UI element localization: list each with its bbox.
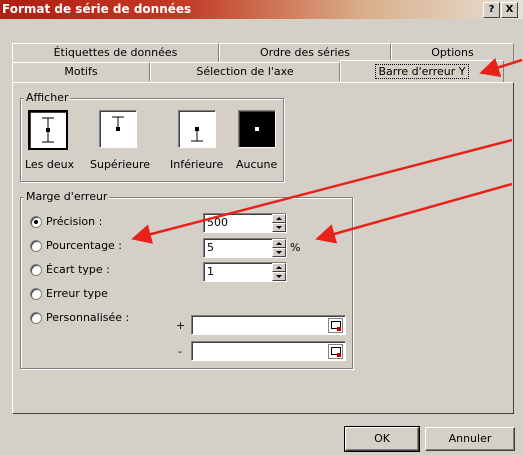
tab-selection-axe[interactable]: Sélection de l'axe	[150, 62, 340, 81]
plus-label: +	[176, 319, 186, 332]
spin-down-icon[interactable]	[272, 248, 286, 257]
radio-precision-label: Précision :	[46, 215, 103, 228]
pourcentage-value[interactable]: 5	[207, 241, 214, 254]
precision-spinner[interactable]: 500	[203, 213, 287, 233]
error-bar-none-icon[interactable]	[238, 110, 276, 148]
precision-value[interactable]: 500	[207, 216, 228, 229]
title-bar: Format de série de données ? X	[0, 0, 523, 19]
window-title: Format de série de données	[2, 2, 192, 16]
label-inferieure: Inférieure	[170, 158, 224, 171]
spin-down-icon[interactable]	[272, 272, 286, 281]
spin-up-icon[interactable]	[272, 239, 286, 248]
error-bar-plus-glyph	[112, 116, 124, 131]
help-button[interactable]: ?	[483, 2, 500, 18]
spin-up-icon[interactable]	[272, 214, 286, 223]
range-select-icon[interactable]	[328, 344, 343, 359]
radio-pourcentage-label: Pourcentage :	[46, 239, 123, 252]
label-aucune: Aucune	[236, 158, 278, 171]
custom-plus-input[interactable]	[191, 315, 346, 335]
afficher-group-title: Afficher	[24, 91, 71, 104]
label-superieure: Supérieure	[90, 158, 151, 171]
precision-spin-buttons[interactable]	[272, 214, 286, 232]
radio-ecart-type[interactable]: Écart type :	[30, 263, 110, 276]
radio-personnalisee[interactable]: Personnalisée :	[30, 311, 129, 324]
error-bar-minus-glyph	[191, 127, 203, 142]
radio-personnalisee-dot[interactable]	[30, 311, 42, 324]
radio-ecart-type-dot[interactable]	[30, 263, 42, 276]
radio-erreur-type[interactable]: Erreur type	[30, 287, 108, 300]
radio-personnalisee-label: Personnalisée :	[46, 311, 130, 324]
radio-erreur-type-label: Erreur type	[46, 287, 108, 300]
minus-label: -	[178, 345, 182, 358]
marge-erreur-title: Marge d'erreur	[24, 190, 110, 203]
close-button[interactable]: X	[501, 2, 518, 18]
ecart-type-spinner[interactable]: 1	[203, 262, 287, 282]
radio-pourcentage-dot[interactable]	[30, 239, 42, 252]
radio-precision-dot[interactable]	[30, 215, 42, 228]
custom-minus-input[interactable]	[191, 341, 346, 361]
spin-down-icon[interactable]	[272, 223, 286, 232]
ecart-type-value[interactable]: 1	[207, 265, 214, 278]
error-bar-plus-icon[interactable]	[99, 110, 137, 148]
tab-motifs[interactable]: Motifs	[12, 62, 150, 81]
tab-barre-erreur-y-label: Barre d'erreur Y	[375, 64, 469, 79]
pourcentage-unit: %	[290, 241, 301, 254]
tab-barre-erreur-y[interactable]: Barre d'erreur Y	[340, 60, 504, 83]
error-bar-none-glyph	[255, 127, 259, 131]
error-bar-minus-icon[interactable]	[178, 110, 216, 148]
radio-erreur-type-dot[interactable]	[30, 287, 42, 300]
cancel-button[interactable]: Annuler	[425, 427, 515, 451]
tab-etiquettes[interactable]: Étiquettes de données	[12, 43, 219, 62]
error-bar-both-glyph	[42, 117, 54, 143]
ok-button[interactable]: OK	[344, 426, 420, 452]
radio-precision[interactable]: Précision :	[30, 215, 102, 228]
spin-up-icon[interactable]	[272, 263, 286, 272]
label-les-deux: Les deux	[25, 158, 75, 171]
range-select-icon[interactable]	[328, 318, 343, 333]
error-bar-both-icon[interactable]	[28, 110, 68, 150]
radio-ecart-type-label: Écart type :	[46, 263, 110, 276]
radio-pourcentage[interactable]: Pourcentage :	[30, 239, 122, 252]
ecart-type-spin-buttons[interactable]	[272, 263, 286, 281]
pourcentage-spin-buttons[interactable]	[272, 239, 286, 257]
pourcentage-spinner[interactable]: 5	[203, 238, 287, 258]
